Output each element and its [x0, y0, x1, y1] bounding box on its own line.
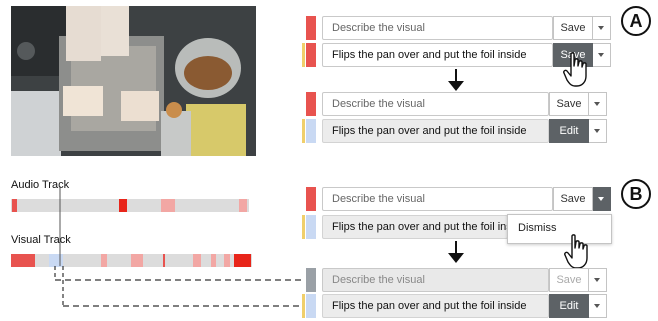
color-strip-blue	[306, 215, 316, 239]
arrow-down-icon	[448, 69, 464, 91]
description-input-disabled: Describe the visual	[322, 268, 549, 292]
edit-button[interactable]: Edit	[549, 119, 589, 143]
caret-down-icon[interactable]	[593, 187, 611, 211]
description-input[interactable]: Flips the pan over and put the foil insi…	[322, 43, 553, 67]
caret-down-icon[interactable]	[589, 119, 607, 143]
save-button[interactable]: Save	[553, 187, 593, 211]
panel-a-badge: A	[621, 6, 651, 36]
description-text: Flips the pan over and put the foil insi…	[322, 215, 508, 239]
caret-down-icon[interactable]	[593, 43, 611, 67]
caret-down-icon[interactable]	[589, 92, 607, 116]
save-button[interactable]: Save	[553, 16, 593, 40]
description-input[interactable]: Describe the visual	[322, 16, 553, 40]
color-strip-red	[306, 43, 316, 67]
hand-cursor-icon	[563, 52, 587, 87]
color-strip-red	[306, 187, 316, 211]
color-strip-yellow	[302, 119, 305, 143]
description-text: Flips the pan over and put the foil insi…	[322, 294, 549, 318]
color-strip-red	[306, 92, 316, 116]
caret-down-icon[interactable]	[593, 16, 611, 40]
color-strip-yellow	[302, 43, 305, 67]
description-input[interactable]: Describe the visual	[322, 187, 553, 211]
color-strip-blue	[306, 294, 316, 318]
hand-cursor-icon	[564, 234, 588, 269]
color-strip-yellow	[302, 215, 305, 239]
description-input[interactable]: Describe the visual	[322, 92, 549, 116]
arrow-down-icon	[448, 241, 464, 263]
color-strip-blue	[306, 119, 316, 143]
edit-button[interactable]: Edit	[549, 294, 589, 318]
dismiss-menu-item[interactable]: Dismiss	[518, 222, 557, 234]
caret-down-icon[interactable]	[589, 268, 607, 292]
caret-down-icon[interactable]	[589, 294, 607, 318]
description-text: Flips the pan over and put the foil insi…	[322, 119, 549, 143]
color-strip-yellow	[302, 294, 305, 318]
panel-b-badge: B	[621, 179, 651, 209]
color-strip-grey	[306, 268, 316, 292]
save-button-disabled: Save	[549, 268, 589, 292]
color-strip-red	[306, 16, 316, 40]
dropdown-menu: Dismiss	[507, 214, 612, 244]
save-button[interactable]: Save	[549, 92, 589, 116]
